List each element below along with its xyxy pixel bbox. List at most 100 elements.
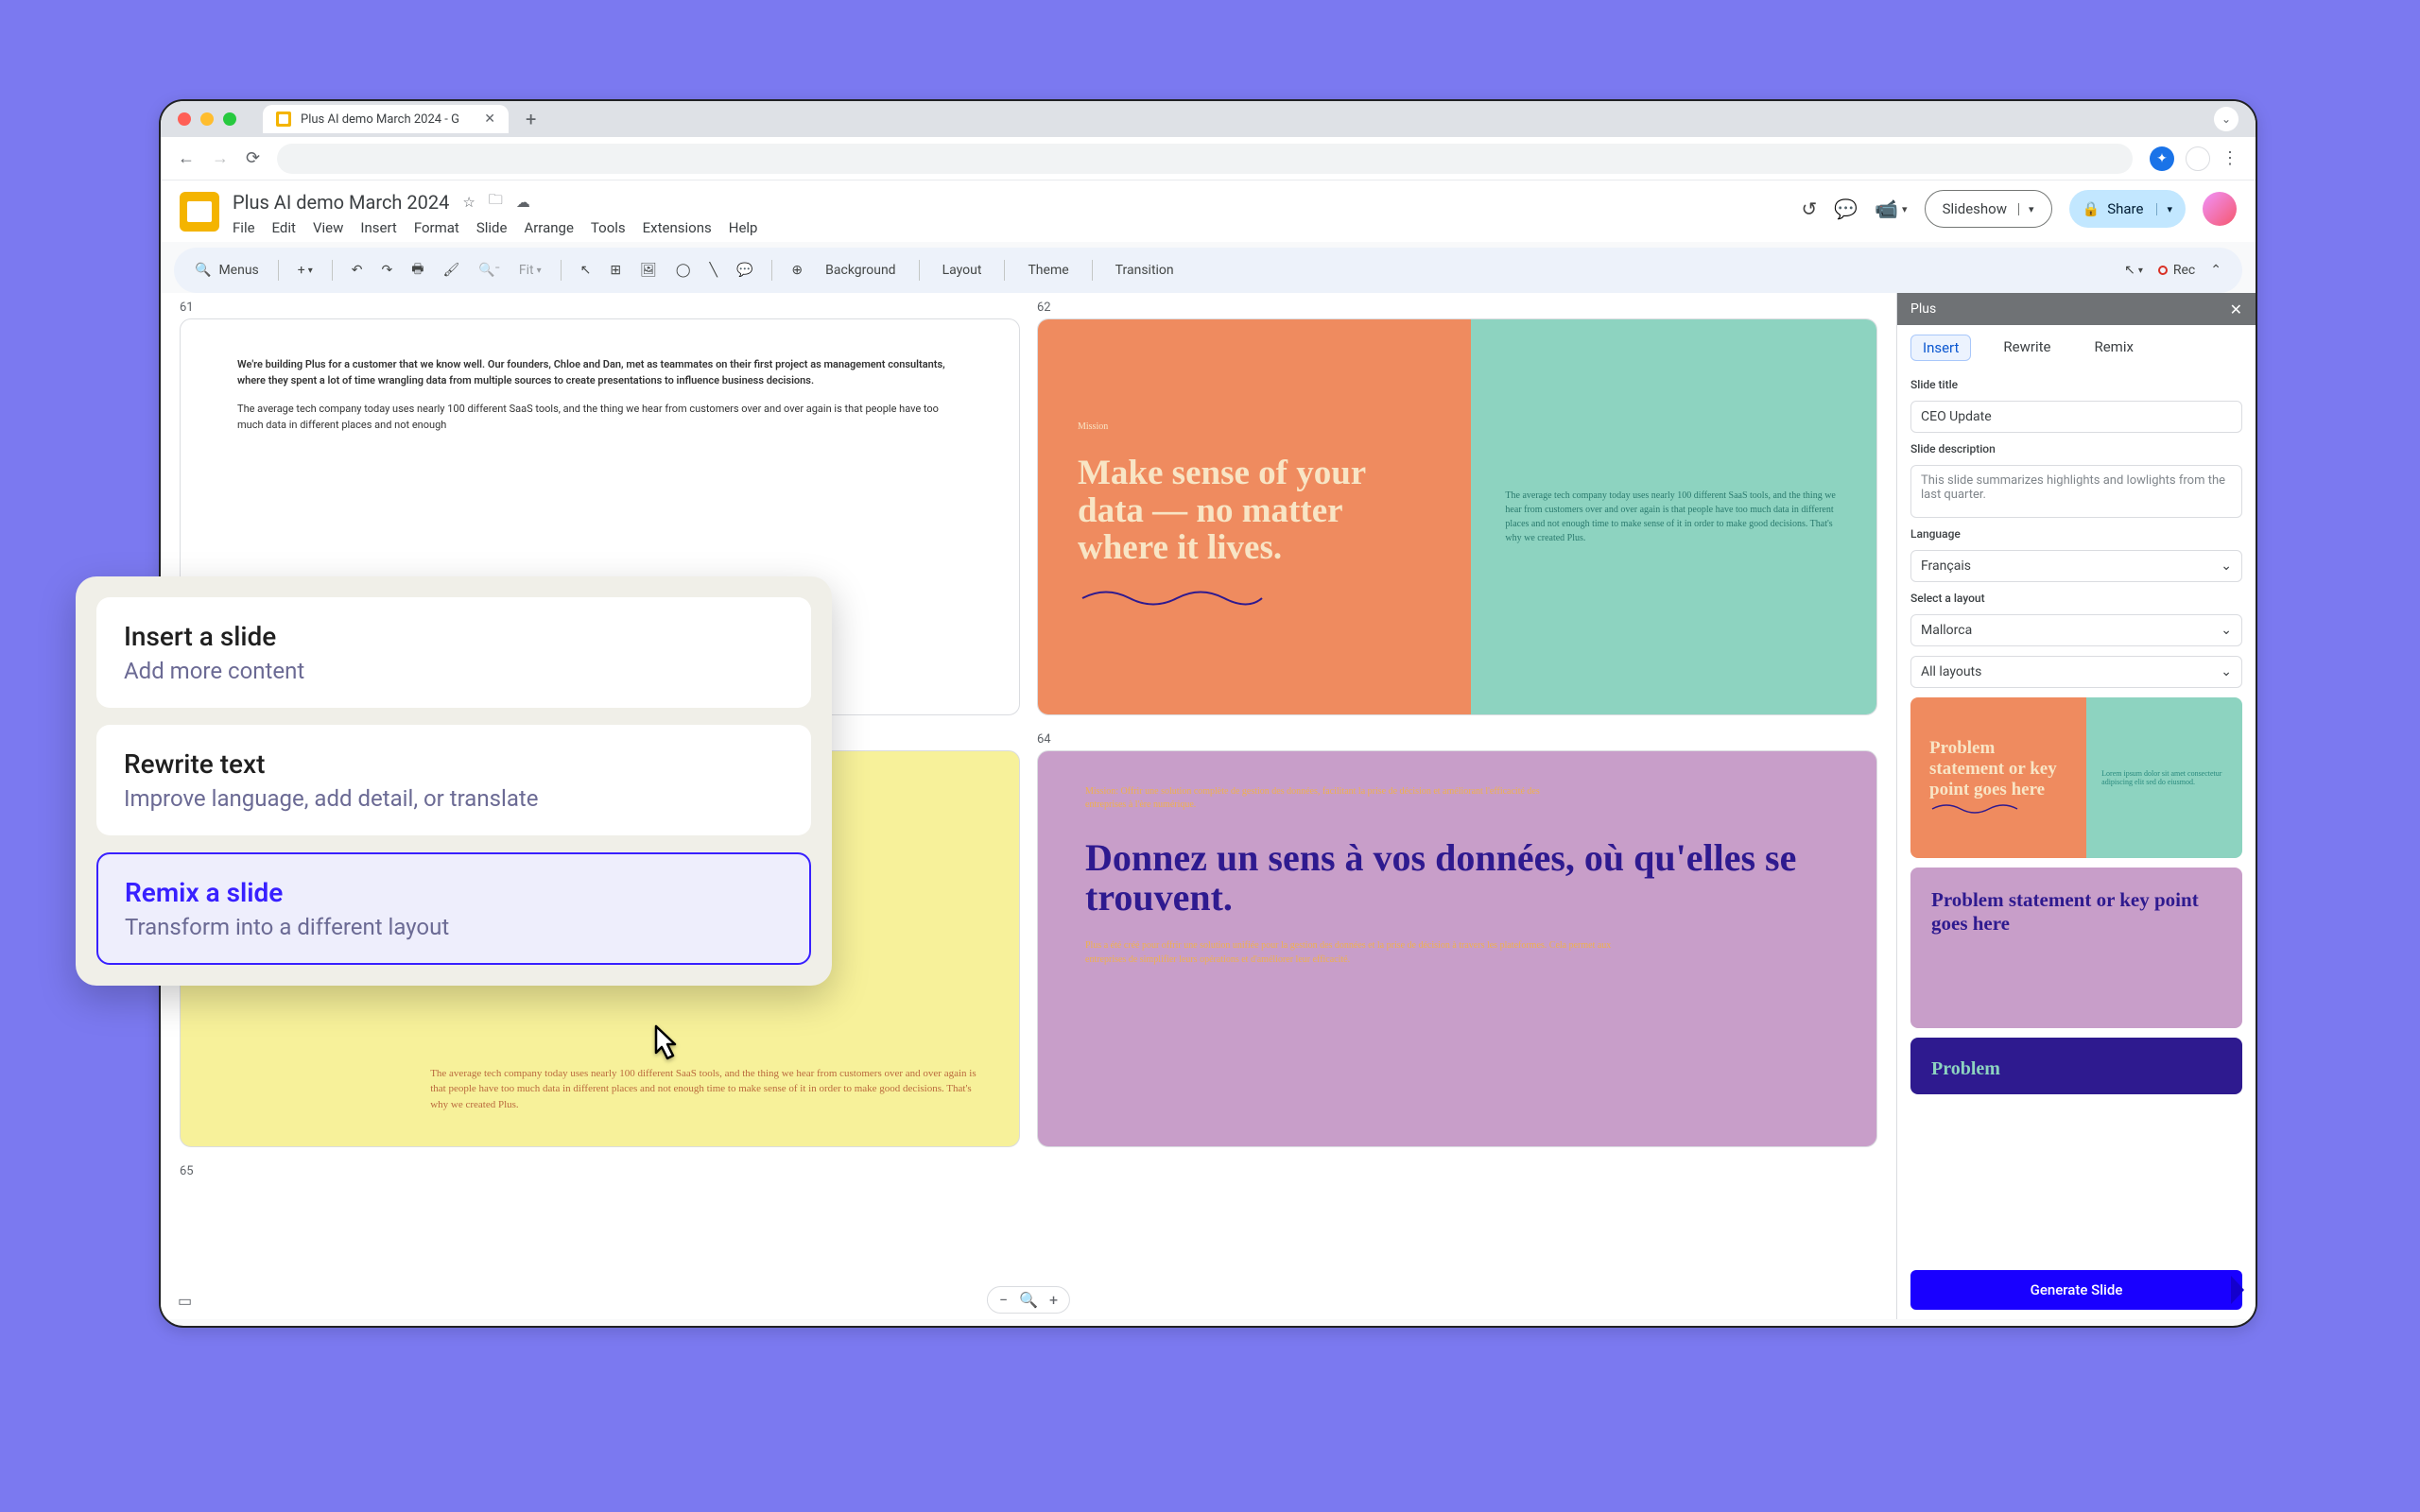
menu-extensions[interactable]: Extensions <box>643 219 712 236</box>
document-title[interactable]: Plus AI demo March 2024 <box>233 191 449 214</box>
slide-number: 65 <box>180 1164 1020 1178</box>
slide-thumbnail-64[interactable]: Mission: Offrir une solution complète de… <box>1037 750 1877 1147</box>
tabs-overflow-icon[interactable]: ⌄ <box>2214 107 2238 131</box>
menu-slide[interactable]: Slide <box>476 219 508 236</box>
print-icon[interactable]: 🖶 <box>404 253 431 287</box>
all-layouts-select[interactable]: All layouts⌄ <box>1910 656 2242 688</box>
slide-body: The average tech company today uses near… <box>1505 489 1842 545</box>
image-icon[interactable]: 🖼 <box>632 257 665 284</box>
slideshow-dropdown-icon[interactable]: ▾ <box>2018 203 2034 215</box>
cloud-status-icon[interactable]: ☁ <box>516 194 530 211</box>
sidepanel-tabs: Insert Rewrite Remix <box>1897 325 2256 370</box>
menu-edit[interactable]: Edit <box>272 219 296 236</box>
slide-thumbnail-62[interactable]: Mission Make sense of your data — no mat… <box>1037 318 1877 715</box>
collapse-toolbar-icon[interactable]: ⌃ <box>2203 257 2229 284</box>
zoom-select[interactable]: Fit ▾ <box>511 257 549 284</box>
zoom-out-icon[interactable]: − <box>999 1291 1008 1309</box>
speaker-notes-icon[interactable]: ▭ <box>178 1292 192 1310</box>
generate-slide-button[interactable]: Generate Slide <box>1910 1270 2242 1310</box>
menu-arrange[interactable]: Arrange <box>524 219 573 236</box>
squiggle-icon <box>1078 584 1267 612</box>
popup-card-subtitle: Improve language, add detail, or transla… <box>124 785 784 812</box>
move-icon[interactable]: 🗀 <box>489 190 503 214</box>
popup-card-title: Remix a slide <box>125 877 783 908</box>
address-bar[interactable] <box>277 144 2133 174</box>
plus-extension-icon[interactable] <box>2150 146 2174 171</box>
minimize-window-icon[interactable] <box>200 112 214 126</box>
slides-toolbar: 🔍 Menus + ▾ ↶ ↷ 🖶 🖌 🔍⁻ Fit ▾ ↖ ⊞ 🖼 ◯ ╲ 💬… <box>174 248 2242 293</box>
close-window-icon[interactable] <box>178 112 191 126</box>
pointer-mode-icon[interactable]: ↖ ▾ <box>2117 257 2151 284</box>
tab-insert[interactable]: Insert <box>1910 335 1971 361</box>
menu-format[interactable]: Format <box>414 219 459 236</box>
comment-tool-icon[interactable]: 💬 <box>729 257 760 284</box>
slide-desc-input[interactable]: This slide summarizes highlights and low… <box>1910 465 2242 518</box>
popup-remix-slide[interactable]: Remix a slide Transform into a different… <box>96 852 811 965</box>
sidepanel-header: Plus ✕ <box>1897 293 2256 325</box>
language-select[interactable]: Français⌄ <box>1910 550 2242 582</box>
new-slide-icon[interactable]: + ▾ <box>290 257 320 284</box>
slide-number: 61 <box>180 301 1020 315</box>
shape-icon[interactable]: ◯ <box>668 257 699 284</box>
maximize-window-icon[interactable] <box>223 112 236 126</box>
layout-button[interactable]: Layout <box>931 257 994 284</box>
new-tab-icon[interactable]: + <box>526 108 536 130</box>
layout-option-2[interactable]: Problem statement or key point goes here <box>1910 868 2242 1028</box>
redo-icon[interactable]: ↷ <box>373 257 400 284</box>
browser-profile-icon[interactable] <box>2186 146 2210 171</box>
slide-title-input[interactable]: CEO Update <box>1910 401 2242 433</box>
layout-option-1[interactable]: Problem statement or key point goes here… <box>1910 697 2242 858</box>
slideshow-button[interactable]: Slideshow ▾ <box>1925 190 2052 228</box>
menu-tools[interactable]: Tools <box>591 219 626 236</box>
zoom-reset-icon[interactable]: 🔍 <box>1019 1291 1038 1309</box>
browser-tab[interactable]: Plus AI demo March 2024 - G ✕ <box>263 105 509 133</box>
share-dropdown-icon[interactable]: ▾ <box>2156 203 2172 215</box>
layout-option-3[interactable]: Problem <box>1910 1038 2242 1094</box>
popup-rewrite-text[interactable]: Rewrite text Improve language, add detai… <box>96 725 811 835</box>
textbox-icon[interactable]: ⊞ <box>602 257 629 284</box>
zoom-controls: − 🔍 + <box>987 1286 1070 1314</box>
share-label: Share <box>2107 200 2143 217</box>
zoom-tool-icon[interactable]: 🔍⁻ <box>471 257 508 284</box>
background-button[interactable]: Background <box>814 257 907 284</box>
window-controls <box>178 112 236 126</box>
close-tab-icon[interactable]: ✕ <box>484 112 495 127</box>
share-button[interactable]: 🔒 Share ▾ <box>2069 190 2186 228</box>
insert-slide-icon[interactable]: ⊕ <box>784 257 810 284</box>
history-icon[interactable]: ↺ <box>1801 198 1817 220</box>
back-icon[interactable]: ← <box>178 148 195 168</box>
browser-menu-icon[interactable]: ⋮ <box>2221 148 2238 168</box>
record-button[interactable]: Rec <box>2158 263 2195 278</box>
menu-help[interactable]: Help <box>729 219 758 236</box>
popup-insert-slide[interactable]: Insert a slide Add more content <box>96 597 811 708</box>
layout-card-title: Problem statement or key point goes here <box>1929 738 2067 800</box>
close-sidepanel-icon[interactable]: ✕ <box>2230 301 2242 318</box>
slides-logo-icon[interactable] <box>180 192 219 232</box>
layout-select[interactable]: Mallorca⌄ <box>1910 614 2242 646</box>
select-tool-icon[interactable]: ↖ <box>573 257 599 284</box>
tab-rewrite[interactable]: Rewrite <box>1992 335 2062 361</box>
reload-icon[interactable]: ⟳ <box>246 148 260 168</box>
account-avatar[interactable] <box>2203 192 2237 226</box>
menu-insert[interactable]: Insert <box>360 219 396 236</box>
star-icon[interactable]: ☆ <box>462 194 475 211</box>
slide-eyebrow: Mission: Offrir une solution complète de… <box>1085 785 1547 812</box>
comments-icon[interactable]: 💬 <box>1834 198 1858 220</box>
menu-view[interactable]: View <box>313 219 343 236</box>
layout-label: Select a layout <box>1910 592 2242 605</box>
menu-search[interactable]: 🔍 Menus <box>187 263 267 278</box>
paint-format-icon[interactable]: 🖌 <box>435 257 467 284</box>
browser-toolbar: ← → ⟳ ⋮ <box>161 137 2256 180</box>
theme-button[interactable]: Theme <box>1016 257 1080 284</box>
transition-button[interactable]: Transition <box>1104 257 1185 284</box>
forward-icon[interactable]: → <box>212 148 229 168</box>
plus-actions-popup: Insert a slide Add more content Rewrite … <box>76 576 832 986</box>
zoom-in-icon[interactable]: + <box>1049 1291 1058 1309</box>
undo-icon[interactable]: ↶ <box>344 257 371 284</box>
menu-file[interactable]: File <box>233 219 255 236</box>
line-icon[interactable]: ╲ <box>702 257 725 284</box>
lock-icon: 🔒 <box>2083 200 2100 217</box>
plus-sidepanel: Plus ✕ Insert Rewrite Remix Slide title … <box>1896 293 2256 1319</box>
meet-icon[interactable]: 📹 ▾ <box>1875 198 1907 220</box>
tab-remix[interactable]: Remix <box>2083 335 2144 361</box>
